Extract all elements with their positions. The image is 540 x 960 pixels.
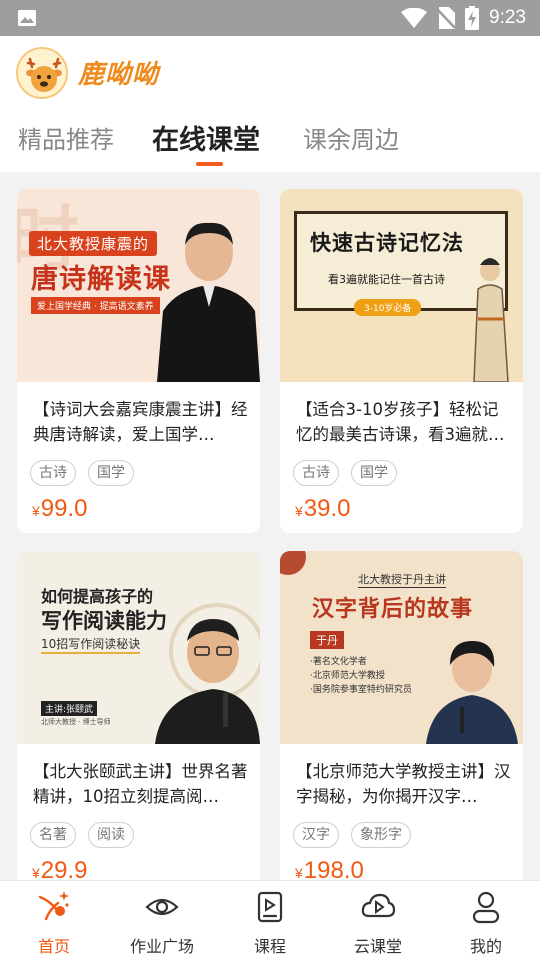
course-price: ¥29.9	[32, 857, 88, 880]
course-cover-image: 北大教授于丹主讲 汉字背后的故事 于丹 ·著名文化学者 ·北京师范大学教授 ·国…	[280, 551, 523, 744]
nav-home[interactable]: 首页	[0, 881, 108, 960]
cover-headline: 唐诗解读课	[31, 264, 171, 295]
currency-symbol: ¥	[295, 865, 303, 880]
cover-bullet: ·国务院参事室特约研究员	[310, 685, 412, 695]
course-tag[interactable]: 象形字	[351, 822, 411, 848]
course-tag[interactable]: 国学	[351, 460, 397, 486]
currency-symbol: ¥	[32, 865, 40, 880]
price-value: 198.0	[303, 857, 364, 880]
no-sim-icon	[437, 7, 456, 29]
course-cover-image: 如何提高孩子的 写作阅读能力 10招写作阅读秘诀 主讲:张颐武 北师大教授 · …	[17, 551, 260, 744]
course-price: ¥39.0	[295, 495, 351, 523]
book-icon	[257, 891, 283, 923]
course-price: ¥99.0	[32, 495, 88, 523]
course-title: 【诗词大会嘉宾康震主讲】经典唐诗解读，爱上国学…	[33, 400, 248, 444]
tab-extras[interactable]: 课余周边	[303, 120, 399, 155]
course-card[interactable]: 时 北大教授康震的 唐诗解读课 爱上国学经典 · 提高语文素养 【诗词大会嘉宾康…	[17, 189, 260, 533]
course-title: 【北大张颐武主讲】世界名著精讲，10招立刻提高阅…	[33, 762, 248, 806]
cover-bullet: ·北京师范大学教授	[310, 671, 385, 681]
user-icon	[472, 891, 500, 924]
price-value: 29.9	[40, 857, 88, 880]
cover-speaker-sub: 北师大教授 · 博士导师	[41, 718, 111, 726]
course-grid: 时 北大教授康震的 唐诗解读课 爱上国学经典 · 提高语文素养 【诗词大会嘉宾康…	[0, 172, 540, 880]
cover-badge: 3-10岁必备	[354, 299, 422, 316]
course-tags: 汉字 象形字	[293, 822, 411, 848]
nav-cloud-class[interactable]: 云课堂	[324, 881, 432, 960]
cover-bullets: ·著名文化学者 ·北京师范大学教授 ·国务院参事室特约研究员	[310, 655, 412, 697]
course-tags: 古诗 国学	[293, 460, 397, 486]
course-tags: 古诗 国学	[30, 460, 134, 486]
tab-featured[interactable]: 精品推荐	[18, 120, 114, 155]
cover-top-line: 北大教授于丹主讲	[358, 573, 446, 588]
nav-profile[interactable]: 我的	[432, 881, 540, 960]
nav-label: 课程	[253, 937, 286, 956]
status-bar: 9:23	[0, 0, 540, 36]
course-price: ¥198.0	[295, 857, 364, 880]
gallery-icon	[18, 10, 36, 26]
currency-symbol: ¥	[32, 503, 40, 519]
cover-subtitle: 爱上国学经典 · 提高语文素养	[31, 297, 160, 314]
header: 鹿呦呦 精品推荐 在线课堂 课余周边	[0, 36, 540, 172]
cover-headline-line1: 如何提高孩子的	[41, 587, 154, 606]
course-tag[interactable]: 汉字	[293, 822, 339, 848]
cover-decoration	[280, 551, 306, 575]
course-tag[interactable]: 古诗	[293, 460, 339, 486]
nav-label: 云课堂	[353, 937, 402, 956]
course-tag[interactable]: 名著	[30, 822, 76, 848]
nav-courses[interactable]: 课程	[216, 881, 324, 960]
course-tag[interactable]: 阅读	[88, 822, 134, 848]
wifi-icon	[401, 8, 428, 28]
price-value: 99.0	[40, 495, 88, 522]
clock: 9:23	[489, 7, 526, 28]
battery-icon	[465, 6, 480, 30]
speaker-photo	[155, 603, 260, 744]
tab-online-class[interactable]: 在线课堂	[152, 118, 260, 157]
cover-bullet: ·著名文化学者	[310, 657, 367, 667]
cloud-play-icon	[361, 893, 396, 918]
home-sparkle-icon	[38, 891, 69, 921]
speaker-photo	[157, 222, 260, 382]
bottom-navigation: 首页 作业广场 课程 云课堂 我的	[0, 880, 540, 960]
speaker-photo	[426, 641, 518, 744]
eye-icon	[145, 898, 179, 916]
course-title: 【北京师范大学教授主讲】汉字揭秘，为你揭开汉字…	[296, 762, 511, 806]
nav-label: 作业广场	[129, 937, 194, 956]
cover-subtitle: 10招写作阅读秘诀	[41, 635, 141, 654]
cover-headline: 快速古诗记忆法	[310, 231, 464, 255]
nav-homework-square[interactable]: 作业广场	[108, 881, 216, 960]
cover-name: 于丹	[310, 631, 344, 649]
course-tag[interactable]: 国学	[88, 460, 134, 486]
category-tabs: 精品推荐 在线课堂 课余周边	[0, 120, 540, 172]
nav-label: 我的	[469, 937, 502, 956]
course-tag[interactable]: 古诗	[30, 460, 76, 486]
brand-name: 鹿呦呦	[78, 60, 160, 90]
course-card[interactable]: 快速古诗记忆法 看3遍就能记住一首古诗 3-10岁必备 【适合3-10岁孩子】轻…	[280, 189, 523, 533]
price-value: 39.0	[303, 495, 351, 522]
course-cover-image: 时 北大教授康震的 唐诗解读课 爱上国学经典 · 提高语文素养	[17, 189, 260, 382]
course-card[interactable]: 如何提高孩子的 写作阅读能力 10招写作阅读秘诀 主讲:张颐武 北师大教授 · …	[17, 551, 260, 880]
course-card[interactable]: 北大教授于丹主讲 汉字背后的故事 于丹 ·著名文化学者 ·北京师范大学教授 ·国…	[280, 551, 523, 880]
cover-ribbon: 北大教授康震的	[29, 231, 158, 256]
cover-subtitle: 看3遍就能记住一首古诗	[328, 273, 445, 286]
deer-logo-icon	[16, 47, 68, 99]
active-tab-indicator	[196, 162, 223, 166]
course-tags: 名著 阅读	[30, 822, 134, 848]
currency-symbol: ¥	[295, 503, 303, 519]
course-cover-image: 快速古诗记忆法 看3遍就能记住一首古诗 3-10岁必备	[280, 189, 523, 382]
cover-speaker: 主讲:张颐武	[41, 701, 98, 716]
poet-figure	[473, 258, 509, 382]
cover-headline: 汉字背后的故事	[312, 597, 474, 622]
nav-label: 首页	[37, 937, 70, 956]
course-title: 【适合3-10岁孩子】轻松记忆的最美古诗课，看3遍就…	[296, 400, 505, 444]
